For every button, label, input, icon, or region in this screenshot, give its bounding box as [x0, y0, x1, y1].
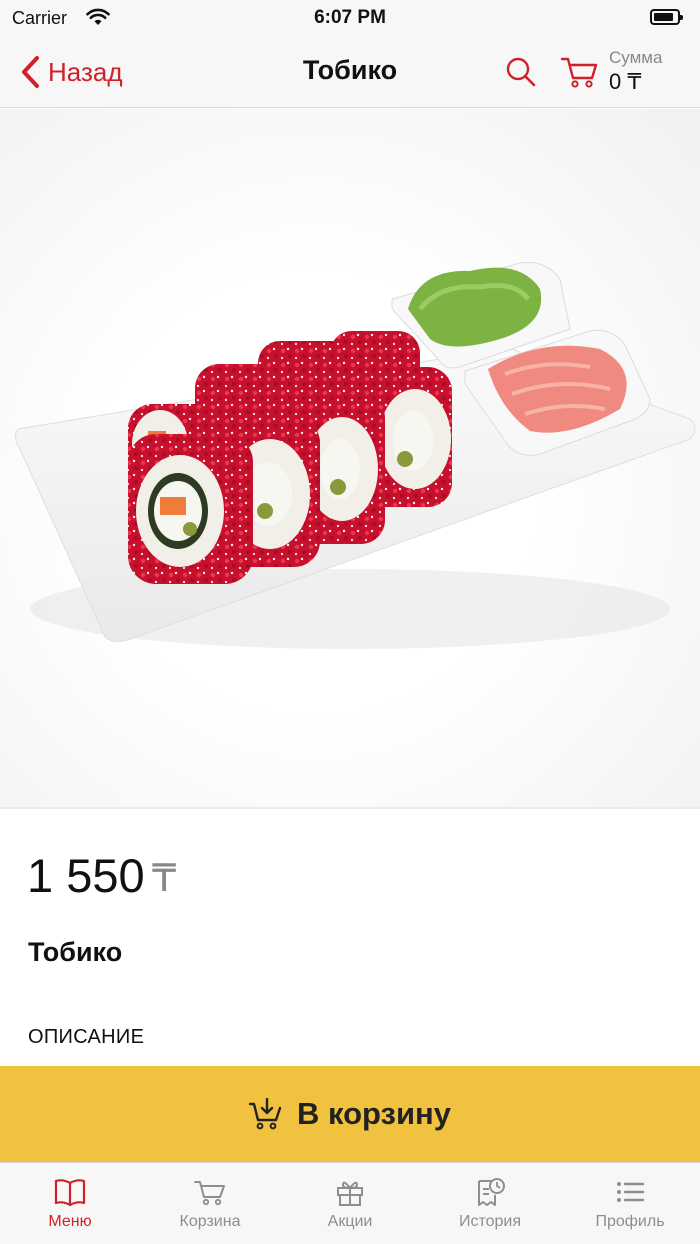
search-button[interactable] — [503, 54, 539, 90]
battery-level — [654, 13, 673, 21]
tab-menu[interactable]: Меню — [0, 1163, 140, 1244]
list-icon — [617, 1182, 645, 1202]
sum-label: Сумма — [609, 48, 663, 67]
back-label: Назад — [48, 56, 123, 87]
status-time: 6:07 PM — [314, 7, 386, 28]
product-price: 1 550 — [27, 849, 145, 902]
tab-promotions[interactable]: Акции — [280, 1163, 420, 1244]
gift-icon — [337, 1181, 363, 1206]
receipt-clock-icon — [478, 1178, 505, 1206]
cart-download-icon — [248, 1098, 282, 1130]
sum-value: 0 ₸ — [609, 69, 642, 94]
image-divider — [0, 807, 700, 809]
tab-label-history: История — [458, 1213, 522, 1230]
tab-label-cart: Корзина — [179, 1213, 241, 1230]
search-icon — [506, 57, 536, 87]
cart-icon — [560, 57, 598, 88]
cart-icon — [194, 1181, 225, 1206]
tab-cart[interactable]: Корзина — [140, 1163, 280, 1244]
product-name: Тобико — [28, 937, 123, 967]
tab-history[interactable]: История — [420, 1163, 560, 1244]
product-image — [0, 109, 700, 807]
tab-label-profile: Профиль — [595, 1213, 665, 1230]
tab-label-promotions: Акции — [327, 1213, 373, 1230]
chevron-left-icon — [22, 56, 39, 88]
add-to-cart-button[interactable]: В корзину — [0, 1066, 700, 1162]
book-icon — [54, 1179, 86, 1207]
battery-icon — [650, 9, 683, 25]
nav-bar: Назад Тобико Сумма 0 ₸ — [0, 36, 700, 108]
status-bar: Carrier 6:07 PM — [0, 0, 700, 36]
tab-profile[interactable]: Профиль — [560, 1163, 700, 1244]
tab-label-menu: Меню — [48, 1213, 92, 1230]
price-currency: ₸ — [152, 858, 177, 900]
tab-bar: Меню Корзина Акции История Профиль — [0, 1162, 700, 1244]
cart-button[interactable] — [560, 54, 600, 90]
add-to-cart-label: В корзину — [296, 1096, 451, 1131]
back-button[interactable]: Назад — [20, 52, 123, 92]
description-heading: ОПИСАНИЕ — [28, 1026, 145, 1048]
